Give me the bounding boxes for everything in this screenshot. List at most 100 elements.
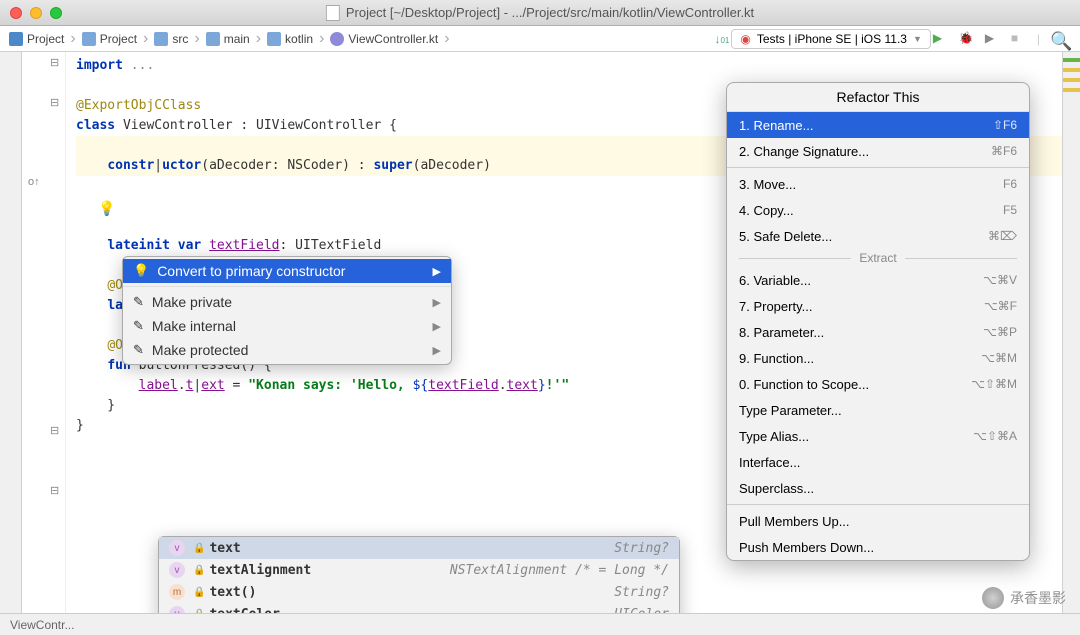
- completion-item[interactable]: m 🔒 text() String?: [159, 581, 679, 603]
- completion-name: text: [209, 541, 240, 556]
- property-name: textField: [209, 238, 279, 253]
- refactor-item-pull-up[interactable]: Pull Members Up...: [727, 508, 1029, 534]
- module-icon: [9, 32, 23, 46]
- type-ref: NSCoder: [287, 158, 342, 173]
- refactor-item-type-alias[interactable]: Type Alias...⌥⇧⌘A: [727, 423, 1029, 449]
- param: aDecoder: [209, 158, 272, 173]
- warning-marker[interactable]: [1063, 68, 1080, 72]
- refactor-item-function[interactable]: 9. Function... ⌥⌘M: [727, 345, 1029, 371]
- stop-icon[interactable]: ■: [1011, 31, 1027, 47]
- breadcrumb-separator: ›: [318, 30, 325, 48]
- refactor-label: Interface...: [739, 455, 800, 470]
- intention-item[interactable]: 💡 Convert to primary constructor ▶: [123, 259, 451, 283]
- refactor-item-move[interactable]: 3. Move... F6: [727, 171, 1029, 197]
- intention-bulb-icon[interactable]: 💡: [98, 200, 115, 217]
- refactor-label: 8. Parameter...: [739, 325, 824, 340]
- method-badge-icon: m: [169, 584, 185, 600]
- intention-item[interactable]: ✎ Make internal ▶: [123, 314, 451, 338]
- shortcut: ⌥⇧⌘M: [971, 377, 1017, 391]
- warning-marker[interactable]: [1063, 78, 1080, 82]
- run-config-selector[interactable]: ◉ Tests | iPhone SE | iOS 11.3 ▼: [731, 29, 931, 49]
- edit-icon: ✎: [133, 318, 144, 334]
- editor-gutter: o↑ ⊟ ⊟ ⊟ ⊟: [22, 52, 66, 613]
- refactor-label: Push Members Down...: [739, 540, 874, 555]
- completion-type: String?: [614, 585, 669, 600]
- refactor-item-push-down[interactable]: Push Members Down...: [727, 534, 1029, 560]
- warning-marker[interactable]: [1063, 88, 1080, 92]
- refactor-item-type-parameter[interactable]: Type Parameter...: [727, 397, 1029, 423]
- debug-icon[interactable]: 🐞: [959, 31, 975, 47]
- refactor-item-rename[interactable]: 1. Rename... ⇧F6: [727, 112, 1029, 138]
- breadcrumb-item[interactable]: Project: [6, 30, 67, 48]
- refactor-item-change-signature[interactable]: 2. Change Signature... ⌘F6: [727, 138, 1029, 164]
- completion-item[interactable]: v 🔒 text String?: [159, 537, 679, 559]
- refactor-label: 3. Move...: [739, 177, 796, 192]
- breadcrumb-label: ViewController.kt: [348, 32, 438, 46]
- coverage-icon[interactable]: ▶: [985, 31, 1001, 47]
- intention-popup: 💡 Convert to primary constructor ▶ ✎ Mak…: [122, 256, 452, 365]
- string-literal: "Konan says: 'Hello,: [248, 378, 412, 393]
- fold-icon[interactable]: ⊟: [50, 56, 59, 69]
- refactor-item-function-scope[interactable]: 0. Function to Scope... ⌥⇧⌘M: [727, 371, 1029, 397]
- extract-separator: Extract: [727, 249, 1029, 267]
- close-window-icon[interactable]: [10, 7, 22, 19]
- watermark-text: 承香墨影: [1010, 588, 1066, 608]
- fold-icon[interactable]: ⊟: [50, 96, 59, 109]
- breadcrumb-separator: ›: [193, 30, 200, 48]
- chevron-right-icon: ▶: [433, 320, 441, 333]
- breadcrumb-separator: ›: [255, 30, 262, 48]
- minimize-window-icon[interactable]: [30, 7, 42, 19]
- fold-icon[interactable]: ⊟: [50, 424, 59, 437]
- completion-item[interactable]: v 🔒 textColor UIColor: [159, 603, 679, 613]
- refactor-item-superclass[interactable]: Superclass...: [727, 475, 1029, 501]
- template-expr: textField: [428, 378, 498, 393]
- completion-type: String?: [614, 541, 669, 556]
- refactor-item-variable[interactable]: 6. Variable...⌥⌘V: [727, 267, 1029, 293]
- breadcrumb-label: kotlin: [285, 32, 313, 46]
- breadcrumb-item[interactable]: src: [151, 30, 191, 48]
- shortcut: ⌥⌘M: [981, 351, 1017, 365]
- folder-icon: [154, 32, 168, 46]
- refactor-label: 5. Safe Delete...: [739, 229, 832, 244]
- breadcrumb-item[interactable]: Project: [79, 30, 140, 48]
- shortcut: F6: [1003, 177, 1017, 191]
- shortcut: ⇧F6: [993, 118, 1017, 132]
- shortcut: ⌥⌘V: [983, 273, 1017, 287]
- intention-item[interactable]: ✎ Make protected ▶: [123, 338, 451, 362]
- window-title-text: Project [~/Desktop/Project] - .../Projec…: [346, 5, 754, 20]
- refactor-label: Type Alias...: [739, 429, 809, 444]
- breadcrumb-label: Project: [27, 32, 64, 46]
- refactor-item-interface[interactable]: Interface...: [727, 449, 1029, 475]
- breadcrumb-item[interactable]: ViewController.kt: [327, 30, 441, 48]
- build-icon[interactable]: ↓01: [714, 32, 729, 46]
- refactor-item-safe-delete[interactable]: 5. Safe Delete... ⌘⌦: [727, 223, 1029, 249]
- completion-item[interactable]: v 🔒 textAlignment NSTextAlignment /* = L…: [159, 559, 679, 581]
- completion-type: NSTextAlignment /* = Long */: [450, 563, 669, 578]
- refactor-label: 2. Change Signature...: [739, 144, 869, 159]
- run-icon[interactable]: ▶: [933, 31, 949, 47]
- breadcrumb-label: main: [224, 32, 250, 46]
- refactor-label: 0. Function to Scope...: [739, 377, 869, 392]
- refactor-item-property[interactable]: 7. Property...⌥⌘F: [727, 293, 1029, 319]
- refactor-item-copy[interactable]: 4. Copy... F5: [727, 197, 1029, 223]
- override-icon[interactable]: o↑: [28, 176, 40, 188]
- folder-icon: [82, 32, 96, 46]
- refactor-label: 4. Copy...: [739, 203, 794, 218]
- refactor-item-parameter[interactable]: 8. Parameter...⌥⌘P: [727, 319, 1029, 345]
- intention-item[interactable]: ✎ Make private ▶: [123, 290, 451, 314]
- template-expr: text: [507, 378, 538, 393]
- breadcrumb-item[interactable]: main: [203, 30, 253, 48]
- inspection-marker[interactable]: [1063, 58, 1080, 62]
- status-bar: ViewContr...: [0, 613, 1080, 635]
- refactor-label: 1. Rename...: [739, 118, 813, 133]
- refactor-label: 9. Function...: [739, 351, 814, 366]
- breadcrumb-item[interactable]: kotlin: [264, 30, 316, 48]
- error-stripe[interactable]: [1062, 52, 1080, 613]
- window-title: Project [~/Desktop/Project] - .../Projec…: [326, 5, 754, 21]
- maximize-window-icon[interactable]: [50, 7, 62, 19]
- lock-icon: 🔒: [193, 543, 205, 554]
- search-everywhere-icon[interactable]: 🔍: [1050, 31, 1066, 47]
- tool-strip-left[interactable]: [0, 52, 22, 613]
- fold-icon[interactable]: ⊟: [50, 484, 59, 497]
- lock-icon: 🔒: [193, 565, 205, 576]
